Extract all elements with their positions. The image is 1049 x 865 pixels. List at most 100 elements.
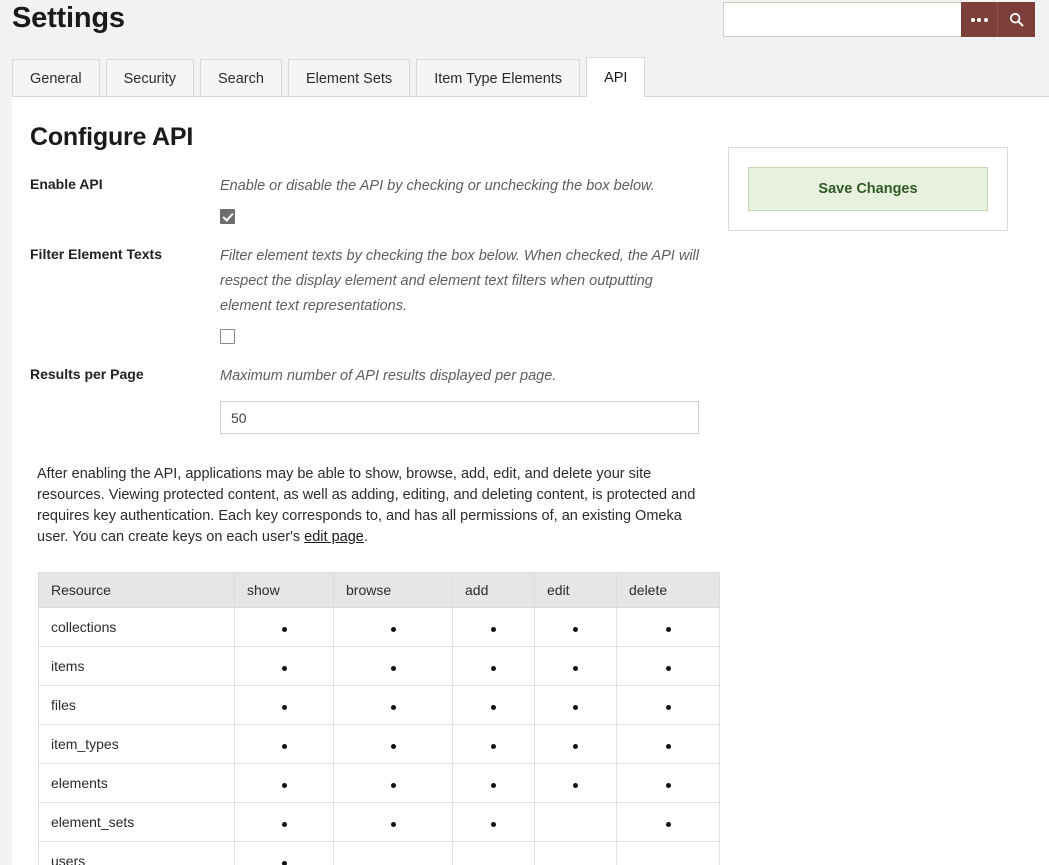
permission-granted-icon (491, 744, 496, 749)
permission-add (452, 802, 535, 842)
field-body-filter-element-texts: Filter element texts by checking the box… (220, 244, 707, 344)
table-row: items (38, 646, 720, 686)
permission-granted-icon (390, 783, 396, 788)
permission-show (234, 841, 334, 865)
permission-add (452, 763, 535, 803)
ellipsis-icon[interactable] (961, 2, 998, 37)
permission-granted-icon (390, 666, 396, 671)
permission-browse (333, 685, 453, 725)
permission-browse (333, 724, 453, 764)
column-header-add: add (452, 572, 535, 608)
permission-edit (534, 685, 617, 725)
column-header-Resource: Resource (38, 572, 235, 608)
permission-granted-icon (390, 744, 396, 749)
resource-name: collections (38, 607, 235, 647)
field-filter-element-texts: Filter Element Texts Filter element texts… (12, 244, 1049, 344)
tab-element-sets[interactable]: Element Sets (287, 59, 411, 97)
table-row: element_sets (38, 802, 720, 842)
tab-api[interactable]: API (586, 57, 646, 97)
resource-name: files (38, 685, 235, 725)
column-header-edit: edit (534, 572, 617, 608)
edit-page-link[interactable]: edit page (304, 529, 364, 545)
permission-show (234, 763, 334, 803)
permission-browse (333, 607, 453, 647)
table-row: collections (38, 607, 720, 647)
permission-granted-icon (281, 627, 287, 632)
permission-granted-icon (491, 783, 496, 788)
permission-browse (333, 841, 453, 865)
column-header-show: show (234, 572, 334, 608)
permission-delete (616, 763, 720, 803)
permission-browse (333, 802, 453, 842)
permission-granted-icon (665, 705, 671, 710)
input-results-per-page[interactable] (220, 401, 699, 434)
permission-show (234, 724, 334, 764)
content-panel: Configure API Enable API Enable or disabl… (12, 96, 1049, 865)
field-description-filter-element-texts: Filter element texts by checking the box… (220, 248, 700, 314)
table-header-row: Resource show browse add edit delete (38, 572, 720, 608)
permission-show (234, 685, 334, 725)
field-description-results-per-page: Maximum number of API results displayed … (220, 368, 557, 384)
permission-add (452, 646, 535, 686)
search-bar (723, 2, 1035, 37)
permission-delete (616, 646, 720, 686)
tab-general[interactable]: General (12, 59, 100, 97)
permissions-table-head: Resource show browse add edit delete (38, 572, 720, 608)
resource-name: item_types (38, 724, 235, 764)
permission-delete (616, 724, 720, 764)
permission-edit (534, 763, 617, 803)
save-button[interactable]: Save Changes (748, 167, 988, 211)
permission-granted-icon (281, 861, 287, 865)
table-row: files (38, 685, 720, 725)
page-header: Settings (0, 0, 1049, 52)
permission-granted-icon (665, 822, 671, 827)
permission-granted-icon (573, 627, 578, 632)
permission-granted-icon (390, 627, 396, 632)
search-glyph (1009, 12, 1024, 27)
permission-edit (534, 802, 617, 842)
page-title: Settings (12, 2, 125, 34)
permission-granted-icon (573, 744, 578, 749)
field-label-filter-element-texts: Filter Element Texts (30, 246, 163, 262)
permission-add (452, 607, 535, 647)
permission-show (234, 802, 334, 842)
save-panel: Save Changes (728, 147, 1008, 231)
search-input[interactable] (723, 2, 961, 37)
permission-add (452, 724, 535, 764)
permission-granted-icon (281, 705, 287, 710)
search-icon[interactable] (998, 2, 1035, 37)
table-row: item_types (38, 724, 720, 764)
permission-edit (534, 607, 617, 647)
ellipsis-glyph (970, 17, 988, 22)
permission-granted-icon (665, 783, 671, 788)
permission-delete (616, 841, 720, 865)
table-row: users (38, 841, 720, 865)
permission-edit (534, 841, 617, 865)
table-row: elements (38, 763, 720, 803)
checkbox-enable-api[interactable] (220, 209, 235, 224)
tab-search[interactable]: Search (199, 59, 282, 97)
checkbox-filter-element-texts[interactable] (220, 329, 235, 344)
permission-add (452, 841, 535, 865)
resource-name: items (38, 646, 235, 686)
field-results-per-page: Results per Page Maximum number of API re… (12, 364, 1049, 434)
column-header-browse: browse (333, 572, 453, 608)
permission-granted-icon (665, 666, 671, 671)
api-note: After enabling the API, applications may… (37, 464, 717, 548)
field-description-enable-api: Enable or disable the API by checking or… (220, 178, 655, 194)
permission-granted-icon (281, 783, 287, 788)
permission-edit (534, 646, 617, 686)
permission-granted-icon (491, 666, 496, 671)
resource-name: elements (38, 763, 235, 803)
tab-security[interactable]: Security (105, 59, 194, 97)
field-label-enable-api: Enable API (30, 176, 103, 192)
permission-browse (333, 646, 453, 686)
permission-granted-icon (281, 666, 287, 671)
permission-granted-icon (390, 705, 396, 710)
permission-granted-icon (573, 783, 578, 788)
permission-granted-icon (573, 705, 578, 710)
permission-granted-icon (281, 822, 287, 827)
tab-item-type-elements[interactable]: Item Type Elements (416, 59, 581, 97)
permission-granted-icon (491, 822, 496, 827)
permissions-table: Resource show browse add edit delete collecti… (38, 572, 720, 865)
